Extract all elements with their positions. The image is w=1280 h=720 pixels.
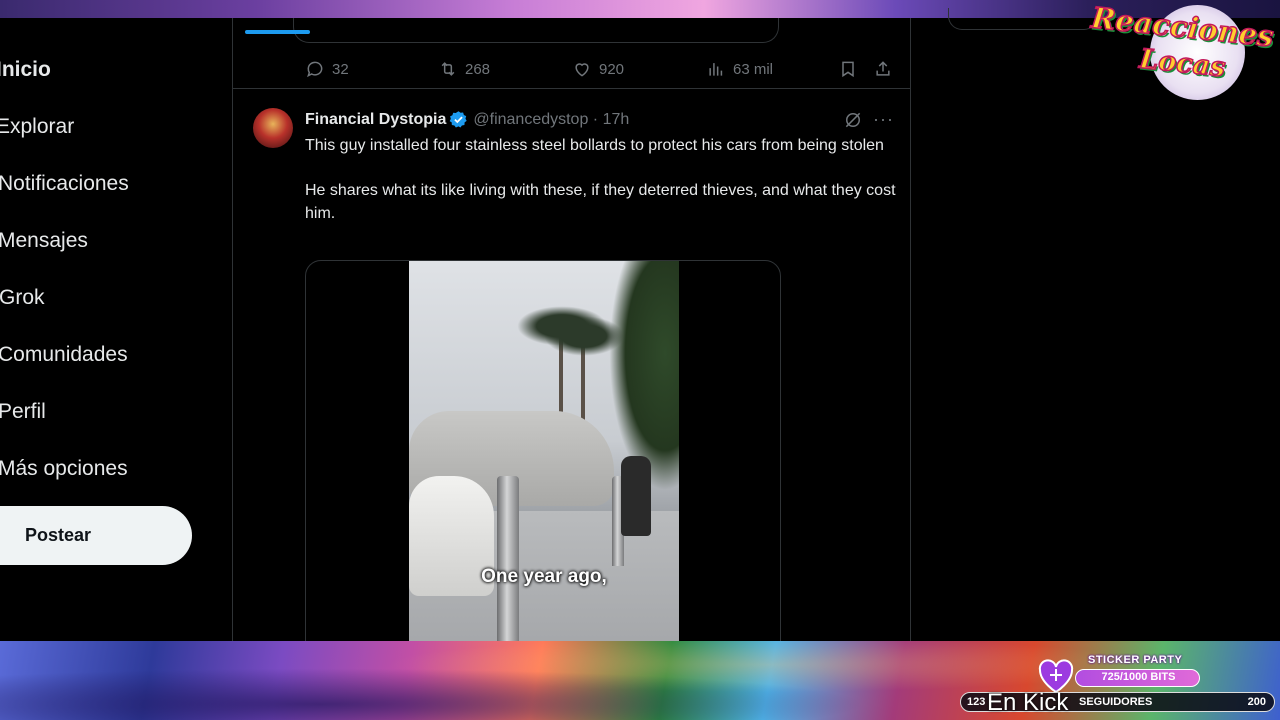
previous-media-card <box>293 18 779 43</box>
sidebar-nav: Inicio Explorar Notificaciones Mensajes … <box>0 18 232 641</box>
share-icon <box>876 61 890 76</box>
share-button[interactable] <box>873 59 893 79</box>
video-player[interactable]: One year ago, <box>409 261 679 641</box>
nav-item-notificaciones[interactable]: Notificaciones <box>0 172 129 196</box>
tweet-text: This guy installed four stainless steel … <box>305 134 900 225</box>
heart-icon <box>575 63 589 77</box>
tweet-text-paragraph-2: He shares what its like living with thes… <box>305 182 896 222</box>
reply-count: 32 <box>332 60 349 78</box>
nav-item-explorar[interactable]: Explorar <box>0 115 74 139</box>
tweet[interactable]: Financial Dystopia @financedystop · 17h … <box>233 90 910 641</box>
bits-progress-bar: 725/1000 BITS <box>1075 669 1200 687</box>
author-handle-time[interactable]: @financedystop · 17h <box>473 111 629 129</box>
timeline: 32 268 920 63 mil Financial Dystopia @fi… <box>232 18 911 641</box>
nav-item-perfil[interactable]: Perfil <box>0 400 46 424</box>
repost-icon <box>441 62 455 76</box>
like-button[interactable]: 920 <box>572 59 624 79</box>
follower-goal-min: 123 <box>967 696 986 708</box>
views-count: 63 mil <box>733 60 774 78</box>
en-kick-label: En Kick <box>987 689 1069 716</box>
tweet-header: Financial Dystopia @financedystop · 17h <box>305 110 629 129</box>
tweet-text-paragraph-1: This guy installed four stainless steel … <box>305 137 884 154</box>
nav-item-grok[interactable]: Grok <box>0 286 45 310</box>
video-bollard <box>497 476 519 641</box>
media-card[interactable]: One year ago, <box>305 260 781 641</box>
follower-goal-max: 200 <box>1247 696 1266 708</box>
reply-button[interactable]: 32 <box>305 59 349 79</box>
sticker-party-title: STICKER PARTY <box>1088 654 1183 666</box>
right-column-card <box>948 8 1098 30</box>
author-name[interactable]: Financial Dystopia <box>305 111 446 129</box>
bits-progress-text: 725/1000 BITS <box>1101 671 1176 683</box>
previous-tweet-actions: 32 268 920 63 mil <box>233 50 910 89</box>
grok-icon[interactable] <box>843 110 863 130</box>
follower-goal-label: SEGUIDORES <box>1079 696 1153 708</box>
media-progress-indicator <box>245 30 310 34</box>
channel-logo: Reacciones Locas <box>1085 0 1280 102</box>
bookmark-button[interactable] <box>838 59 858 79</box>
nav-item-inicio[interactable]: Inicio <box>0 58 51 82</box>
video-palm-fronds-2 <box>544 316 624 356</box>
repost-count: 268 <box>465 60 491 78</box>
reply-icon <box>307 61 323 78</box>
nav-item-comunidades[interactable]: Comunidades <box>0 343 128 367</box>
views-chart-icon <box>709 63 723 76</box>
nav-item-mas-opciones[interactable]: Más opciones <box>0 457 128 481</box>
repost-button[interactable]: 268 <box>438 59 490 79</box>
video-caption: One year ago, <box>481 566 607 587</box>
post-button[interactable]: Postear <box>0 506 192 565</box>
avatar[interactable] <box>253 108 293 148</box>
bookmark-icon <box>842 61 854 78</box>
views-button[interactable]: 63 mil <box>706 59 773 79</box>
more-options-icon[interactable]: ··· <box>873 110 895 130</box>
nav-item-mensajes[interactable]: Mensajes <box>0 229 88 253</box>
video-person <box>621 456 651 536</box>
verified-badge-icon <box>450 111 468 128</box>
like-count: 920 <box>599 60 625 78</box>
